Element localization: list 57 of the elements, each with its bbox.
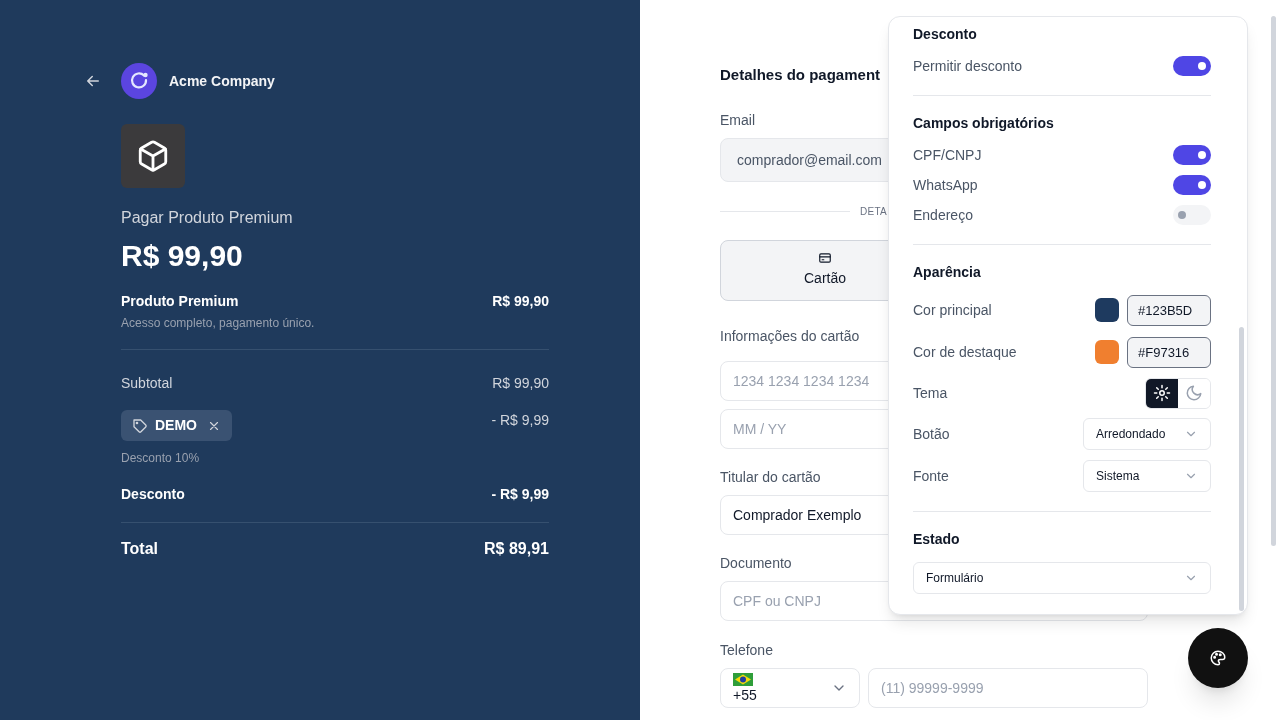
brazil-flag-icon xyxy=(733,673,753,686)
subtotal-label: Subtotal xyxy=(121,374,173,393)
discount-label: Desconto xyxy=(121,485,185,504)
phone-field[interactable]: (11) 99999-9999 xyxy=(868,667,1148,708)
section-heading: Campos obrigatórios xyxy=(913,114,1055,133)
color-swatch[interactable] xyxy=(1095,298,1119,322)
country-code-select[interactable]: +55 xyxy=(720,667,860,708)
setting-label: Botão xyxy=(913,424,950,444)
total-label: Total xyxy=(121,539,159,559)
section-heading: Desconto xyxy=(913,25,978,44)
coupon-code: DEMO xyxy=(155,416,197,435)
setting-label: Permitir desconto xyxy=(913,56,1022,76)
setting-label: Cor de destaque xyxy=(913,342,1017,362)
form-title: Detalhes do pagament xyxy=(720,65,881,85)
item-description: Acesso completo, pagamento único. xyxy=(121,315,315,332)
item-name: Produto Premium xyxy=(121,292,240,311)
toggle-switch[interactable] xyxy=(1173,56,1211,76)
color-hex-field[interactable]: #F97316 xyxy=(1127,336,1211,368)
setting-label: CPF/CNPJ xyxy=(913,145,982,165)
setting-label: Fonte xyxy=(913,466,949,486)
discount-amount: - R$ 9,99 xyxy=(491,485,549,504)
color-hex-field[interactable]: #123B5D xyxy=(1127,294,1211,326)
coupon-note: Desconto 10% xyxy=(121,450,201,467)
toggle-switch[interactable] xyxy=(1173,145,1211,165)
setting-label: WhatsApp xyxy=(913,175,978,195)
field-label: Titular do cartão xyxy=(720,467,821,487)
dropdown-select[interactable]: Arredondado xyxy=(1083,418,1211,450)
coupon-amount: - R$ 9,99 xyxy=(491,411,549,430)
settings-icon xyxy=(1153,384,1171,402)
section-heading: Estado xyxy=(913,530,961,549)
toggle-switch[interactable] xyxy=(1173,175,1211,195)
dropdown-select[interactable]: Sistema xyxy=(1083,460,1211,492)
palette-icon xyxy=(1209,649,1227,667)
setting-label: Tema xyxy=(913,383,948,403)
setting-label: Cor principal xyxy=(913,300,992,320)
dropdown-select[interactable]: Formulário xyxy=(913,562,1211,594)
item-amount: R$ 99,90 xyxy=(492,292,549,311)
price: R$ 99,90 xyxy=(121,238,244,274)
toggle-switch[interactable] xyxy=(1173,205,1211,225)
company-name: Acme Company xyxy=(169,71,275,91)
field-label: Documento xyxy=(720,553,792,573)
moon-icon xyxy=(1185,384,1203,402)
total-amount: R$ 89,91 xyxy=(484,539,549,559)
theme-option[interactable] xyxy=(1146,378,1178,408)
subtotal-amount: R$ 99,90 xyxy=(492,374,549,393)
cube-icon xyxy=(136,139,170,173)
field-label: Email xyxy=(720,110,755,130)
tag-icon xyxy=(132,417,148,434)
field-label: Telefone xyxy=(720,640,773,660)
divider-text: DETA xyxy=(860,204,887,219)
product-title: Pagar Produto Premium xyxy=(121,208,294,228)
logo-icon xyxy=(121,63,157,99)
setting-label: Endereço xyxy=(913,205,973,225)
color-swatch[interactable] xyxy=(1095,340,1119,364)
field-label: Informações do cartão xyxy=(720,326,860,346)
palette-button[interactable] xyxy=(1188,628,1248,688)
credit-card-icon xyxy=(818,251,832,265)
